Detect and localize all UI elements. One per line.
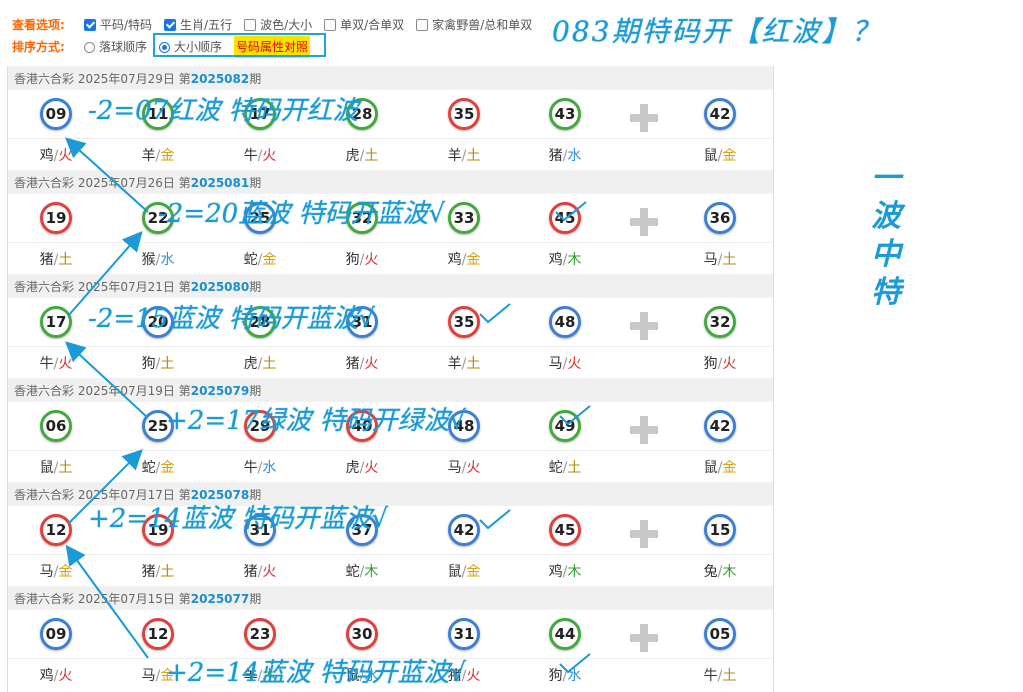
annotation-arrow (65, 341, 149, 419)
handwritten-note: -2=07红波 特码开红波 (88, 96, 359, 126)
handwritten-note: +2=14蓝波 特码开蓝波√ (88, 504, 389, 534)
handwritten-note: -2=15蓝波 特码开蓝波√ (88, 304, 376, 334)
annotation-arrow (65, 137, 149, 213)
handwritten-note: +2=17绿波 特码开绿波√ (166, 406, 467, 436)
handwritten-note: -2=20蓝波 特码开蓝波√ (158, 199, 446, 229)
check-mark-icon (479, 303, 511, 324)
check-mark-icon (479, 509, 511, 530)
check-mark-icon (555, 201, 587, 222)
check-mark-icon (559, 405, 591, 426)
annotation-arrow (65, 544, 149, 659)
handwritten-note: +2=14蓝波 特码开蓝波√ (166, 658, 467, 688)
check-mark-icon (559, 653, 591, 674)
